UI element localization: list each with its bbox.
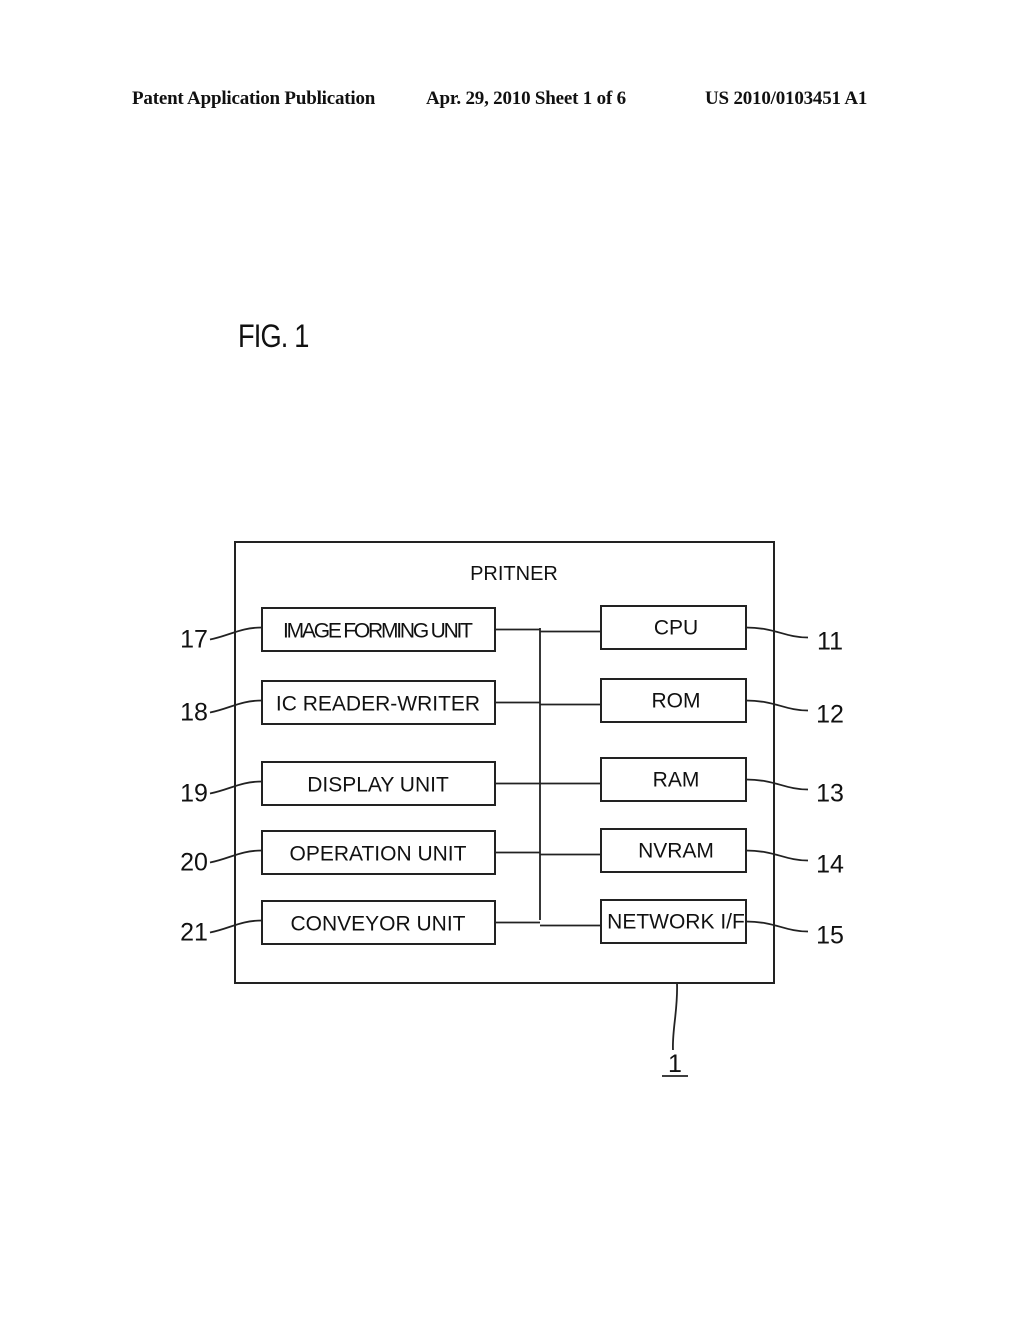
ref-number-18: 18 (180, 699, 208, 727)
printer-title: PRITNER (470, 563, 558, 585)
ref-number-12: 12 (816, 701, 844, 729)
unit-label: IMAGE FORMING UNIT (283, 620, 473, 643)
unit-label: RAM (653, 769, 700, 792)
ref-number-20: 20 (180, 849, 208, 877)
unit-label: NVRAM (638, 840, 714, 863)
leader-line-1 (672, 982, 678, 1051)
unit-label: OPERATION UNIT (290, 843, 467, 866)
unit-label: DISPLAY UNIT (307, 774, 449, 797)
ref-number-1: 1 (668, 1050, 682, 1078)
ref-number-11: 11 (817, 628, 843, 656)
ref-number-19: 19 (180, 780, 208, 808)
block-diagram: PRITNER IMAGE FORMING UNIT 17 IC READER-WR… (180, 541, 844, 1078)
ref-number-21: 21 (180, 919, 208, 947)
unit-label: CPU (654, 617, 698, 640)
ref-number-15: 15 (816, 922, 844, 950)
unit-label: CONVEYOR UNIT (290, 913, 465, 936)
unit-label: ROM (652, 690, 701, 713)
ref-number-13: 13 (816, 780, 844, 808)
unit-label: IC READER-WRITER (276, 693, 480, 716)
ref-number-14: 14 (816, 851, 844, 879)
ref-number-17: 17 (180, 626, 208, 654)
unit-label: NETWORK I/F (607, 911, 745, 934)
